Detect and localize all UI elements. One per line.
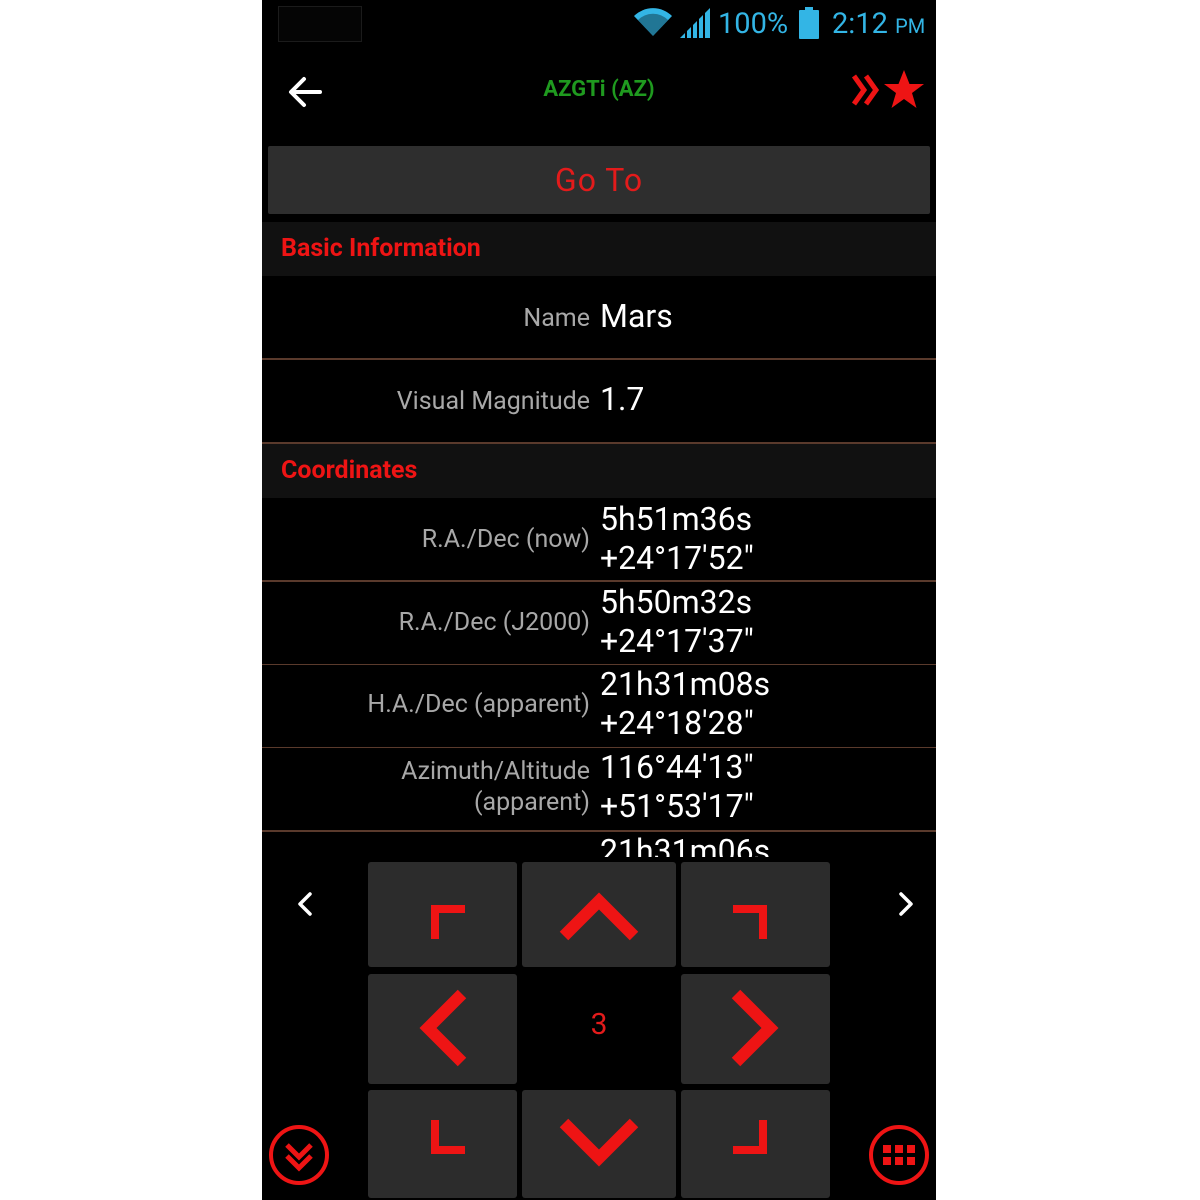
coord-row-ha-dec: H.A./Dec (apparent) 21h31m08s +24°18′28″	[262, 665, 936, 749]
down-icon	[559, 1118, 639, 1167]
row-label: Name	[523, 304, 590, 333]
row-value: 1.7	[600, 380, 645, 418]
keypad-icon[interactable]	[867, 1123, 931, 1187]
row-label-line1: Azimuth/Altitude	[401, 757, 590, 786]
left-icon	[419, 989, 467, 1067]
row-value-ha: 21h31m08s	[600, 665, 771, 703]
action-bar: AZGTi (AZ)	[262, 48, 936, 136]
section-header-coordinates: Coordinates	[262, 444, 936, 498]
slew-up-button[interactable]	[522, 862, 676, 967]
slew-up-left-button[interactable]	[368, 862, 517, 967]
row-value-altitude: +51°53′17″	[600, 787, 754, 825]
wifi-icon	[634, 8, 672, 37]
up-right-icon	[733, 905, 767, 939]
slew-down-right-button[interactable]	[681, 1090, 830, 1198]
coord-row-ra-dec-j2000: R.A./Dec (J2000) 5h50m32s +24°17′37″	[262, 582, 936, 666]
info-row-name: Name Mars	[262, 276, 936, 360]
row-value-ra: 5h51m36s	[600, 500, 753, 538]
row-value-dec: +24°17′52″	[600, 539, 754, 577]
row-value: Mars	[600, 297, 673, 335]
prev-icon[interactable]	[292, 890, 320, 918]
status-time: 2:12 PM	[832, 6, 925, 44]
row-value-azimuth: 116°44′13″	[600, 748, 754, 786]
section-title: Basic Information	[281, 234, 481, 263]
status-bar: 100% 2:12 PM	[262, 0, 936, 48]
notification-area	[278, 6, 362, 42]
go-to-button[interactable]: Go To	[268, 146, 930, 214]
up-left-icon	[431, 905, 465, 939]
slew-right-button[interactable]	[681, 974, 830, 1084]
star-icon[interactable]	[882, 68, 926, 112]
clock-ampm: PM	[895, 14, 926, 38]
row-label: R.A./Dec (J2000)	[398, 608, 590, 637]
slew-left-button[interactable]	[368, 974, 517, 1084]
slew-speed: 3	[590, 1007, 608, 1042]
right-icon	[731, 989, 779, 1067]
signal-icon	[680, 8, 710, 38]
collapse-icon[interactable]	[267, 1123, 331, 1187]
object-details[interactable]: Basic Information Name Mars Visual Magni…	[262, 222, 936, 857]
next-icon[interactable]	[891, 890, 919, 918]
down-right-icon	[733, 1120, 767, 1154]
coord-row-az-alt: Azimuth/Altitude (apparent) 116°44′13″ +…	[262, 748, 936, 832]
row-label: H.A./Dec (apparent)	[367, 690, 590, 719]
row-label: Visual Magnitude	[396, 387, 590, 416]
clock-time: 2:12	[832, 7, 888, 41]
row-value: 21h31m06s	[600, 832, 771, 857]
app-title: AZGTi (AZ)	[543, 77, 655, 102]
info-row-visual-magnitude: Visual Magnitude 1.7	[262, 360, 936, 444]
section-header-basic-information: Basic Information	[262, 222, 936, 276]
slew-down-left-button[interactable]	[368, 1090, 517, 1198]
row-label: R.A./Dec (now)	[421, 525, 590, 554]
section-title: Coordinates	[281, 456, 418, 485]
coord-row-partial: 21h31m06s	[262, 832, 936, 857]
row-value-ra: 5h50m32s	[600, 583, 753, 621]
battery-percentage: 100%	[718, 7, 789, 41]
up-icon	[559, 892, 639, 941]
row-value-dec: +24°17′37″	[600, 622, 754, 660]
battery-icon	[799, 7, 819, 39]
phone-screen: 100% 2:12 PM AZGTi (AZ) Go To Basic Info…	[262, 0, 936, 1200]
row-label-line2: (apparent)	[473, 788, 590, 817]
double-chevron-icon[interactable]	[852, 70, 882, 110]
coord-row-ra-dec-now: R.A./Dec (now) 5h51m36s +24°17′52″	[262, 498, 936, 582]
slew-controls: 3	[262, 857, 936, 1200]
down-left-icon	[431, 1120, 465, 1154]
row-value-dec: +24°18′28″	[600, 704, 754, 742]
slew-up-right-button[interactable]	[681, 862, 830, 967]
slew-down-button[interactable]	[522, 1090, 676, 1198]
